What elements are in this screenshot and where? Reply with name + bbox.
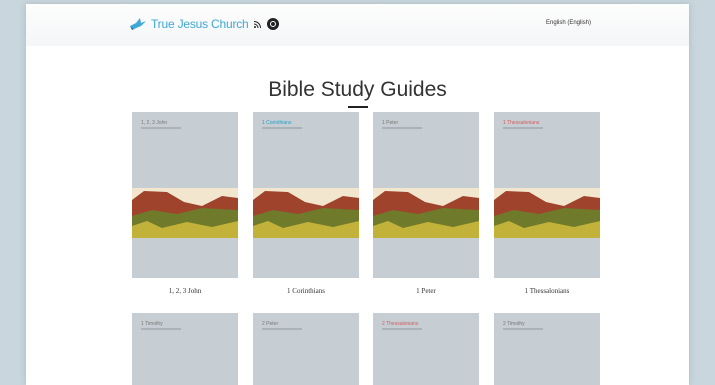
cover-series-title: 1 Peter [382, 120, 399, 126]
dove-icon [130, 18, 146, 30]
logo-text: True Jesus Church [151, 17, 249, 31]
landscape-image [494, 188, 600, 238]
site-logo[interactable]: True Jesus Church [129, 15, 249, 33]
guide-title-link[interactable]: 1, 2, 3 John [132, 287, 238, 295]
guide-title-link[interactable]: 1 Corinthians [253, 287, 359, 295]
page-title: Bible Study Guides [268, 78, 447, 101]
guide-card[interactable]: 1 Timothy [132, 313, 238, 385]
cover-subtitle-line [262, 328, 302, 330]
cover-subtitle-line [262, 127, 302, 129]
guide-title-link[interactable]: 1 Peter [373, 287, 479, 295]
landscape-image [132, 188, 238, 238]
browser-page: True Jesus Church English (English) Bibl… [26, 4, 689, 385]
cover-series-title: 2 Timothy [503, 321, 525, 327]
guide-card[interactable]: 2 Thessalonians [373, 313, 479, 385]
cover-series-title: 1, 2, 3 John [141, 120, 168, 126]
landscape-image [373, 188, 479, 238]
cover-subtitle-line [382, 328, 422, 330]
guide-card[interactable]: 1, 2, 3 John [132, 112, 238, 278]
title-divider [348, 106, 368, 108]
rss-icon[interactable] [254, 20, 261, 28]
search-icon[interactable] [267, 18, 279, 30]
cover-header: 1, 2, 3 John [132, 112, 238, 188]
language-selector[interactable]: English (English) [546, 20, 591, 26]
cover-header: 1 Peter [373, 112, 479, 188]
guide-title-link[interactable]: 1 Thessalonians [494, 287, 600, 295]
landscape-image [253, 188, 359, 238]
guide-card[interactable]: 1 Corinthians [253, 112, 359, 278]
guide-card[interactable]: 2 Timothy [494, 313, 600, 385]
cover-series-title: 1 Corinthians [262, 120, 292, 126]
cover-subtitle-line [141, 127, 181, 129]
site-header: True Jesus Church English (English) [26, 4, 689, 46]
cover-subtitle-line [141, 328, 181, 330]
cover-subtitle-line [503, 328, 543, 330]
cover-header: 1 Thessalonians [494, 112, 600, 188]
cover-subtitle-line [503, 127, 543, 129]
cover-series-title: 2 Thessalonians [382, 321, 419, 327]
cover-header: 1 Corinthians [253, 112, 359, 188]
cover-series-title: 1 Timothy [141, 321, 163, 327]
cover-series-title: 2 Peter [262, 321, 279, 327]
header-icons [254, 18, 279, 30]
cover-series-title: 1 Thessalonians [503, 120, 540, 126]
guide-card[interactable]: 1 Thessalonians [494, 112, 600, 278]
guide-card[interactable]: 1 Peter [373, 112, 479, 278]
guide-card[interactable]: 2 Peter [253, 313, 359, 385]
cover-subtitle-line [382, 127, 422, 129]
